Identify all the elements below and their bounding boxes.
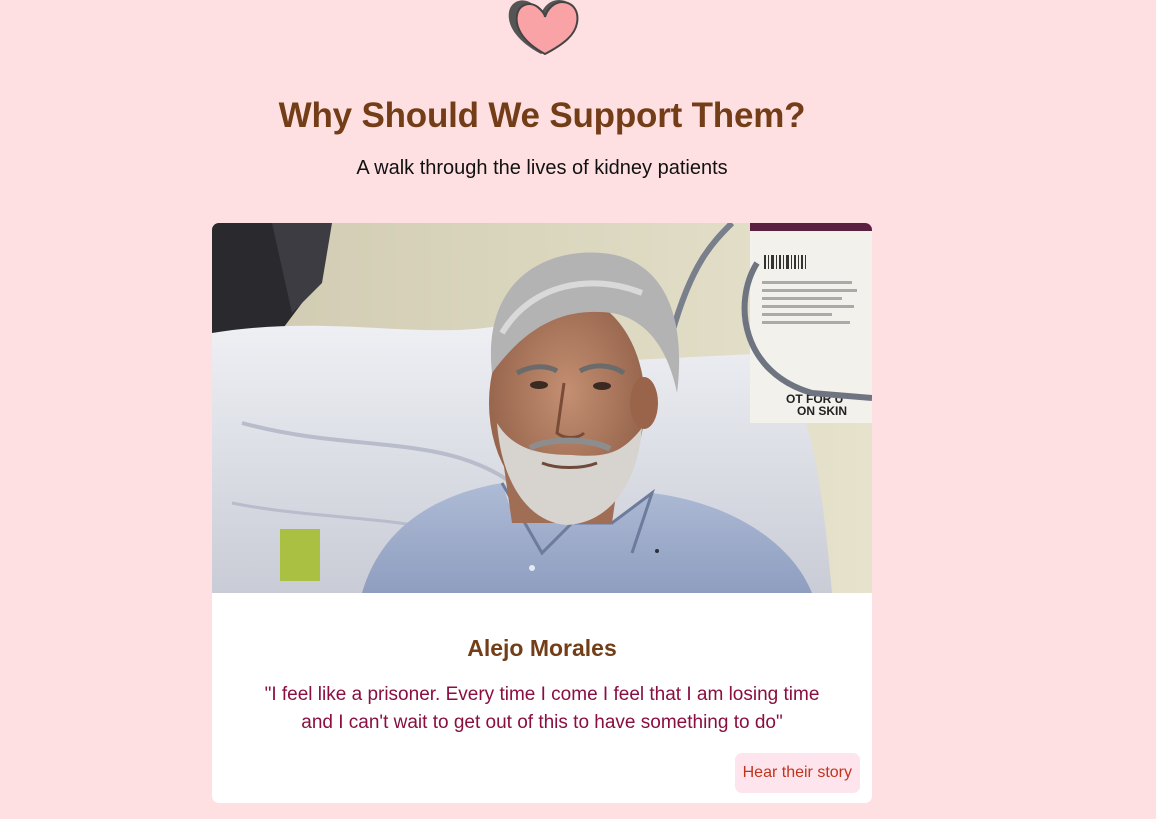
svg-text:ON SKIN: ON SKIN [797, 404, 847, 418]
page: Why Should We Support Them? A walk throu… [0, 0, 1156, 819]
patient-photo: OT FOR U ON SKIN [212, 223, 872, 593]
patient-card: OT FOR U ON SKIN Alejo Morales "I feel l… [212, 223, 872, 803]
hear-story-button[interactable]: Hear their story [734, 753, 860, 793]
heart-icon [508, 0, 579, 56]
patient-name: Alejo Morales [467, 635, 617, 661]
page-subtitle: A walk through the lives of kidney patie… [356, 157, 728, 179]
patient-quote: "I feel like a prisoner. Every time I co… [264, 684, 820, 733]
page-title: Why Should We Support Them? [278, 96, 806, 135]
